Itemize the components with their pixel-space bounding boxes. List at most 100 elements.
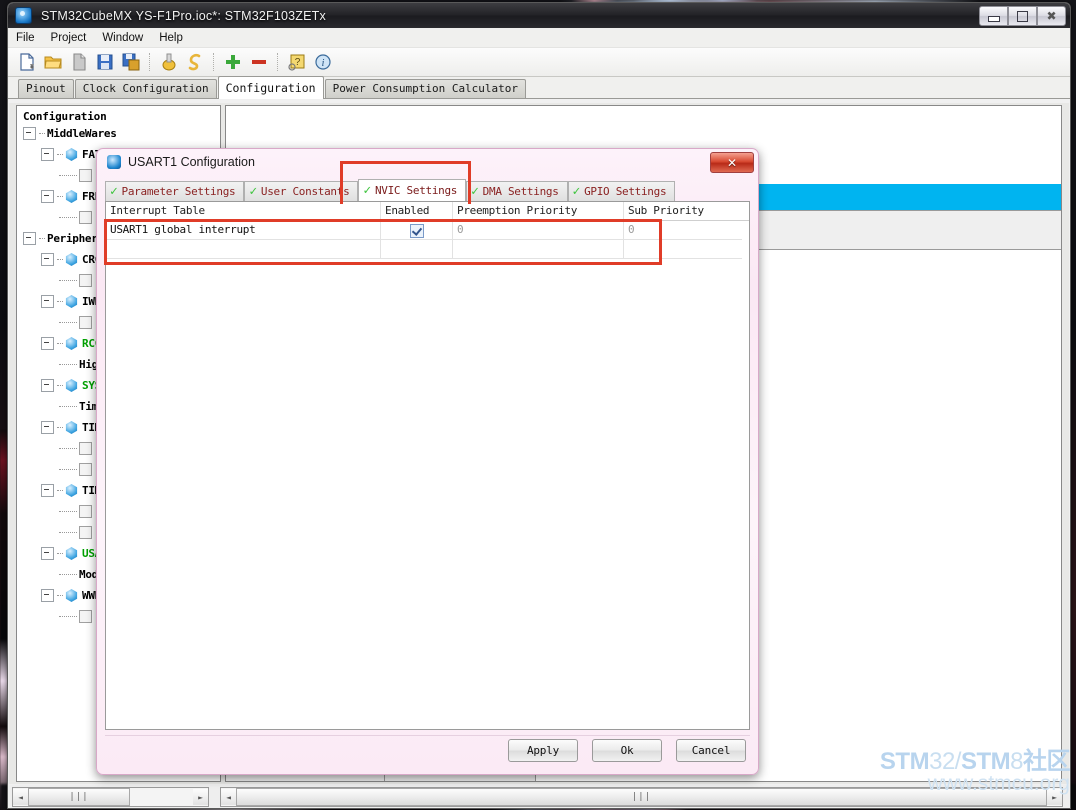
column-header-preemption-priority: Preemption Priority — [453, 202, 624, 220]
tab-clock-configuration[interactable]: Clock Configuration — [74, 79, 217, 98]
scroll-left-arrow-icon[interactable]: ◄ — [13, 789, 28, 805]
new-project-icon[interactable] — [17, 52, 37, 72]
tree-connector — [59, 448, 77, 449]
save-page-icon[interactable] — [69, 52, 89, 72]
window-controls: ✖ — [979, 6, 1066, 26]
tree-connector — [57, 343, 63, 344]
main-tab-bar: Pinout Clock Configuration Configuration… — [8, 76, 1070, 99]
tree-connector — [59, 574, 77, 575]
tree-checkbox[interactable] — [79, 526, 92, 539]
tree-connector — [59, 469, 77, 470]
dialog-close-button[interactable]: ✕ — [710, 152, 754, 173]
cube-icon — [15, 7, 32, 24]
green-check-icon: ✓ — [572, 184, 581, 199]
tab-dma-settings[interactable]: ✓ DMA Settings — [466, 181, 568, 201]
close-button[interactable]: ✖ — [1037, 6, 1066, 26]
tab-nvic-settings[interactable]: ✓ NVIC Settings — [358, 179, 467, 201]
expander-icon[interactable] — [41, 295, 54, 308]
toolbar-separator — [213, 53, 215, 71]
tree-connector — [59, 511, 77, 512]
expander-icon[interactable] — [41, 589, 54, 602]
tree-checkbox[interactable] — [79, 274, 92, 287]
green-check-icon: ✓ — [110, 184, 118, 199]
bottom-scrollbars: ◄ ∣∣∣ ► ◄ ∣∣∣ ► — [9, 785, 1069, 807]
help-icon[interactable]: ? — [287, 52, 307, 72]
tree-checkbox[interactable] — [79, 505, 92, 518]
tree-connector — [57, 385, 63, 386]
expander-icon[interactable] — [41, 253, 54, 266]
menu-item-window[interactable]: Window — [94, 30, 151, 46]
remove-icon[interactable] — [249, 52, 269, 72]
menu-bar: File Project Window Help — [8, 28, 1070, 48]
svg-text:i: i — [322, 58, 325, 69]
about-icon[interactable]: i — [313, 52, 333, 72]
toolbar: ? i — [8, 48, 1070, 77]
tab-parameter-settings[interactable]: ✓ Parameter Settings — [105, 181, 245, 201]
tree-connector — [59, 280, 77, 281]
expander-icon[interactable] — [41, 337, 54, 350]
tree-item-label: MiddleWares — [47, 127, 117, 140]
expander-icon[interactable] — [41, 421, 54, 434]
minimize-button[interactable] — [979, 6, 1008, 26]
cancel-button[interactable]: Cancel — [676, 739, 746, 762]
menu-item-help[interactable]: Help — [151, 30, 191, 46]
tab-pinout[interactable]: Pinout — [18, 79, 74, 98]
peripheral-icon — [65, 337, 78, 350]
peripheral-icon — [65, 295, 78, 308]
tree-connector — [59, 364, 77, 365]
close-icon: ✖ — [1046, 9, 1057, 23]
tree-connector — [57, 490, 63, 491]
save-as-icon[interactable] — [121, 52, 141, 72]
scroll-right-arrow-icon[interactable]: ► — [1047, 789, 1062, 805]
expander-icon[interactable] — [41, 379, 54, 392]
window-title-bar: STM32CubeMX YS-F1Pro.ioc*: STM32F103ZETx… — [8, 3, 1070, 28]
tree-connector — [57, 259, 63, 260]
tree-checkbox[interactable] — [79, 211, 92, 224]
save-icon[interactable] — [95, 52, 115, 72]
generate-report-icon[interactable] — [185, 52, 205, 72]
generate-code-icon[interactable] — [159, 52, 179, 72]
menu-item-project[interactable]: Project — [43, 30, 95, 46]
tree-checkbox[interactable] — [79, 169, 92, 182]
tab-gpio-settings[interactable]: ✓ GPIO Settings — [567, 181, 676, 201]
expander-icon[interactable] — [41, 190, 54, 203]
toolbar-separator — [277, 53, 279, 71]
tree-checkbox[interactable] — [79, 610, 92, 623]
dialog-body: ✓ Parameter Settings ✓ User Constants ✓ … — [104, 161, 750, 730]
interrupt-table: Interrupt Table Enabled Preemption Prior… — [104, 201, 750, 730]
tab-configuration[interactable]: Configuration — [217, 76, 324, 99]
scroll-right-arrow-icon[interactable]: ► — [193, 789, 208, 805]
cube-icon — [107, 155, 121, 169]
ok-button[interactable]: Ok — [592, 739, 662, 762]
scroll-thumb[interactable]: ∣∣∣ — [236, 788, 1047, 806]
maximize-button[interactable] — [1008, 6, 1037, 26]
expander-icon[interactable] — [41, 547, 54, 560]
expander-icon[interactable] — [23, 232, 36, 245]
expander-icon[interactable] — [41, 484, 54, 497]
menu-item-file[interactable]: File — [8, 30, 43, 46]
left-horizontal-scrollbar[interactable]: ◄ ∣∣∣ ► — [12, 787, 209, 807]
scroll-thumb[interactable]: ∣∣∣ — [28, 788, 130, 806]
tree-checkbox[interactable] — [79, 463, 92, 476]
tab-power-consumption-calculator[interactable]: Power Consumption Calculator — [324, 79, 527, 98]
tree-item-middlewares[interactable]: MiddleWares — [17, 123, 220, 144]
peripheral-icon — [65, 547, 78, 560]
scroll-left-arrow-icon[interactable]: ◄ — [221, 789, 236, 805]
add-icon[interactable] — [223, 52, 243, 72]
tree-connector — [57, 595, 63, 596]
apply-button[interactable]: Apply — [508, 739, 578, 762]
usart1-configuration-dialog: USART1 Configuration ✕ ✓ Parameter Setti… — [96, 148, 759, 775]
expander-icon[interactable] — [23, 127, 36, 140]
tab-label: NVIC Settings — [374, 184, 458, 197]
tree-connector — [57, 301, 63, 302]
tree-checkbox[interactable] — [79, 442, 92, 455]
right-horizontal-scrollbar[interactable]: ◄ ∣∣∣ ► — [220, 787, 1063, 807]
peripheral-icon — [65, 253, 78, 266]
column-header-sub-priority: Sub Priority — [628, 204, 704, 217]
tab-label: Parameter Settings — [121, 185, 236, 198]
expander-icon[interactable] — [41, 148, 54, 161]
open-project-icon[interactable] — [43, 52, 63, 72]
dialog-footer-divider — [105, 735, 750, 736]
tree-checkbox[interactable] — [79, 316, 92, 329]
peripheral-icon — [65, 379, 78, 392]
